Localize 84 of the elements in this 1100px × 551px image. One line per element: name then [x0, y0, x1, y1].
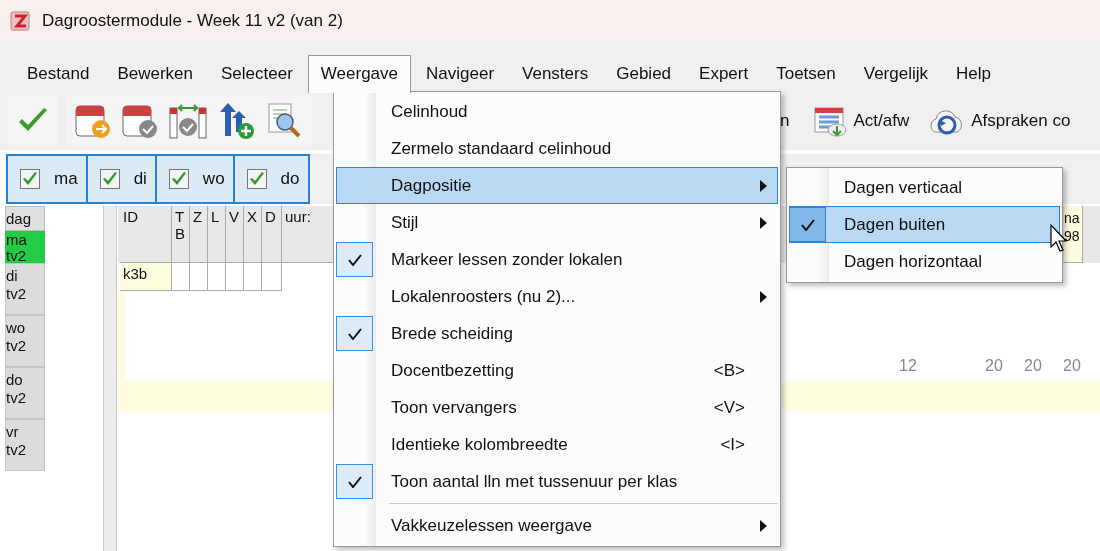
day-tab[interactable]: do	[232, 154, 310, 204]
menu-item[interactable]: Expert	[686, 55, 762, 92]
submenu-arrow-icon[interactable]	[760, 291, 767, 303]
check-icon	[170, 171, 187, 187]
window-title: Dagroostermodule - Week 11 v2 (van 2)	[42, 11, 343, 31]
menu-item[interactable]: Bewerken	[104, 55, 206, 92]
total-value: 12	[898, 357, 918, 375]
submenu[interactable]: Dagen verticaal Dagen buiten Dagen horizontaal	[786, 167, 1063, 283]
day-label: ma	[54, 169, 78, 189]
dropdown-menu[interactable]	[333, 91, 781, 547]
check-icon	[101, 171, 118, 187]
menu-option[interactable]: Toon vervangers <V>	[336, 389, 778, 426]
table-cell: k3b	[120, 263, 172, 291]
shortcut-label: <I>	[720, 434, 745, 455]
day-list-item[interactable]: di tv2	[5, 263, 45, 315]
column-header: V	[226, 206, 244, 263]
check-icon	[22, 171, 38, 187]
calendar-forward-icon[interactable]	[74, 102, 112, 140]
submenu-arrow-icon[interactable]	[760, 180, 767, 192]
menu-item[interactable]: Vensters	[509, 55, 602, 92]
check-icon	[248, 171, 265, 187]
day-tab[interactable]: di	[85, 154, 157, 204]
arrows-up-plus-icon[interactable]	[217, 102, 257, 140]
column-header: dag	[5, 206, 45, 231]
menu-option[interactable]: Dagpositie	[336, 167, 778, 204]
menu-option[interactable]: Dagen verticaal	[789, 169, 1060, 206]
menu-item[interactable]: Bestand	[14, 55, 103, 92]
columns-check-icon[interactable]	[168, 102, 208, 140]
check-icon	[800, 218, 815, 231]
menu-option[interactable]: Celinhoud	[336, 93, 778, 130]
toolbar-label[interactable]: n	[780, 111, 790, 131]
calendar-download-icon[interactable]	[813, 105, 848, 137]
checkbox[interactable]	[336, 242, 373, 277]
menu-item[interactable]: Vergelijk	[850, 55, 941, 92]
shortcut-label: <B>	[713, 360, 745, 381]
submenu-arrow-icon[interactable]	[760, 520, 767, 532]
checkbox[interactable]	[20, 169, 40, 189]
toolbar-button[interactable]: Afspraken co	[971, 111, 1071, 131]
menu-option[interactable]: Docentbezetting <B>	[336, 352, 778, 389]
column-header: na 98	[1064, 206, 1083, 263]
column-header: D	[262, 206, 282, 263]
check-icon	[347, 475, 362, 488]
total-value: 20	[1023, 357, 1043, 375]
column-header: T B	[172, 206, 190, 263]
column-header: X	[244, 206, 262, 263]
day-list-item[interactable]: do tv2	[5, 367, 45, 419]
app-logo-icon	[10, 11, 30, 31]
checkbox[interactable]	[168, 169, 189, 189]
toolbar-button[interactable]: Act/afw	[853, 111, 910, 131]
menu-option[interactable]: Identieke kolombreedte <I>	[336, 426, 778, 463]
checkbox[interactable]	[789, 207, 826, 242]
menu-item[interactable]: Weergave	[307, 55, 411, 93]
day-list-item[interactable]: wo tv2	[5, 315, 45, 367]
day-list-item[interactable]: vr tv2	[5, 419, 45, 471]
menu-option[interactable]: Dagen horizontaal	[789, 243, 1060, 280]
day-label: do	[280, 169, 300, 189]
total-value: 20	[1062, 357, 1082, 375]
checkbox[interactable]	[336, 316, 373, 351]
checkbox[interactable]	[99, 169, 120, 189]
menu-option[interactable]: Dagen buiten	[789, 206, 1060, 243]
menu-option[interactable]: Brede scheiding	[336, 315, 778, 352]
day-tab[interactable]: wo	[154, 154, 235, 204]
column-header: Z	[190, 206, 208, 263]
menu-option[interactable]: Zermelo standaard celinhoud	[336, 130, 778, 167]
menu-option[interactable]: Vakkeuzelessen weergave	[336, 507, 778, 544]
menu-item[interactable]: Selecteer	[208, 55, 306, 92]
menu-item[interactable]: Help	[943, 55, 1004, 92]
check-icon	[347, 253, 362, 266]
shortcut-label: <V>	[713, 397, 745, 418]
column-header: L	[208, 206, 226, 263]
total-value: 20	[984, 357, 1004, 375]
menu-item[interactable]: Toetsen	[763, 55, 849, 92]
day-tab[interactable]: ma	[6, 154, 88, 204]
day-label: di	[133, 169, 147, 189]
submenu-arrow-icon[interactable]	[760, 217, 767, 229]
checkbox[interactable]	[336, 464, 373, 499]
menu-item[interactable]: Gebied	[603, 55, 685, 92]
calendar-check-icon[interactable]	[121, 102, 159, 140]
menu-option[interactable]: Lokalenroosters (nu 2)...	[336, 278, 778, 315]
day-label: wo	[202, 169, 225, 189]
check-icon	[347, 327, 362, 340]
menu-item[interactable]: Navigeer	[413, 55, 508, 92]
menu-option[interactable]: Toon aantal lln met tussenuur per klas	[336, 463, 778, 500]
checkbox[interactable]	[246, 169, 267, 189]
